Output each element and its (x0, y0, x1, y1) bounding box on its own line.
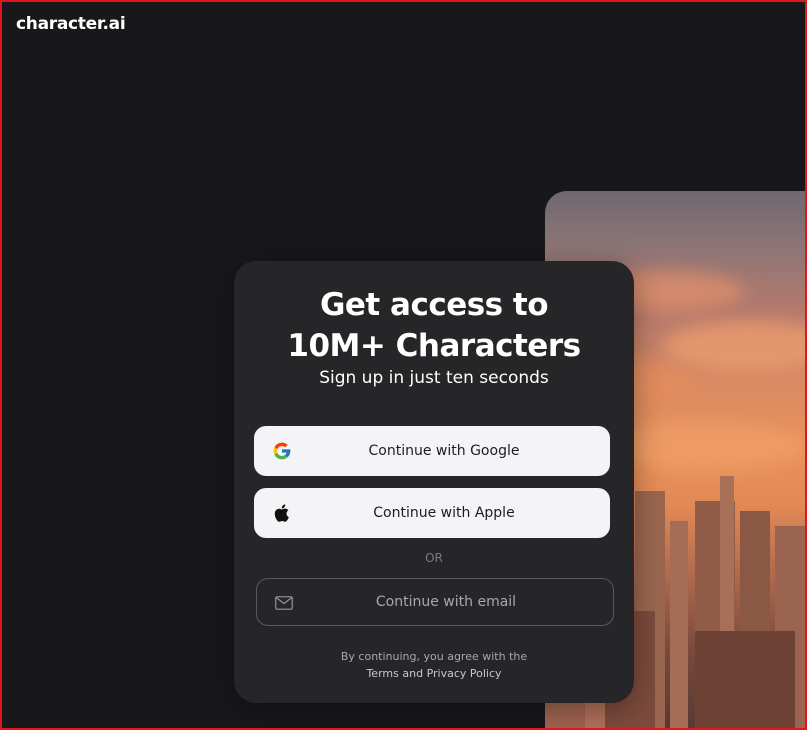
logo[interactable]: character.ai (16, 14, 126, 34)
google-icon (272, 441, 292, 461)
signup-headline: Get access to 10M+ Characters (234, 285, 634, 367)
email-button-label: Continue with email (375, 594, 517, 610)
legal-notice: By continuing, you agree with the Terms … (234, 648, 634, 682)
legal-links: Terms and Privacy Policy (234, 665, 634, 682)
headline-line-1: Get access to (319, 287, 549, 323)
continue-with-apple-button[interactable]: Continue with Apple (254, 488, 610, 538)
legal-prefix: By continuing, you agree with the (340, 650, 528, 663)
legal-and: and (402, 667, 424, 680)
app-window: character.ai Get access to 10M+ Characte… (0, 0, 807, 730)
signup-card: Get access to 10M+ Characters Sign up in… (234, 261, 634, 703)
terms-link[interactable]: Terms (366, 667, 398, 680)
headline-line-2: 10M+ Characters (287, 328, 581, 364)
apple-button-label: Continue with Apple (373, 505, 515, 521)
google-button-label: Continue with Google (368, 443, 520, 459)
continue-with-email-button[interactable]: Continue with email (256, 578, 614, 626)
or-divider: OR (425, 551, 443, 565)
continue-with-google-button[interactable]: Continue with Google (254, 426, 610, 476)
signup-subheadline: Sign up in just ten seconds (319, 368, 549, 388)
privacy-policy-link[interactable]: Privacy Policy (427, 667, 502, 680)
apple-icon (272, 503, 292, 523)
